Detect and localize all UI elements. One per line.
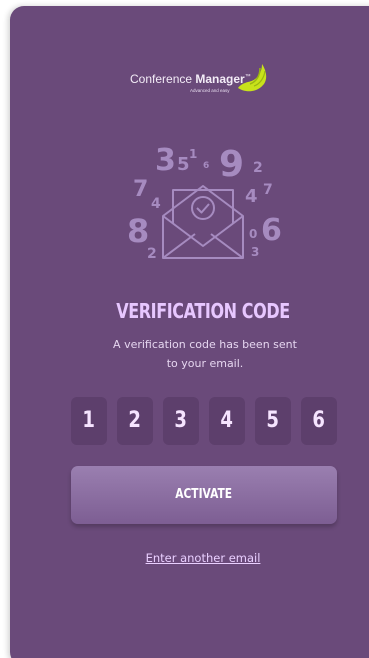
illus-digit: 6 — [261, 213, 282, 248]
code-input-group: 1 2 3 4 5 6 — [71, 397, 339, 445]
activate-button[interactable]: ACTIVATE — [71, 466, 337, 524]
illus-digit: 4 — [245, 186, 258, 207]
illus-digit: 9 — [219, 146, 244, 185]
illus-digit: 3 — [251, 245, 259, 259]
code-digit-input[interactable]: 4 — [209, 397, 245, 445]
illus-digit: 7 — [263, 182, 273, 198]
code-digit-input[interactable]: 2 — [117, 397, 153, 445]
page-title: VERIFICATION CODE — [116, 299, 290, 323]
illus-digit: 1 — [189, 147, 197, 161]
logo-name: Conference Manager™ — [130, 72, 251, 86]
illus-digit: 2 — [147, 246, 157, 262]
code-digit-input[interactable]: 6 — [301, 397, 337, 445]
illus-digit: 0 — [249, 227, 257, 241]
envelope-checkmark-icon: 3 5 1 6 9 2 7 4 4 7 8 2 0 6 3 — [127, 146, 282, 262]
verification-message: A verification code has been sent to you… — [113, 338, 297, 370]
code-digit-input[interactable]: 5 — [255, 397, 291, 445]
verification-card: Conference Manager™ Advanced and easy 3 … — [10, 6, 369, 658]
code-digit-input[interactable]: 3 — [163, 397, 199, 445]
illus-digit: 2 — [253, 160, 263, 176]
illus-digit: 3 — [155, 146, 176, 178]
illus-digit: 6 — [203, 161, 209, 171]
app-logo: Conference Manager™ Advanced and easy — [130, 64, 300, 98]
illus-digit: 7 — [133, 177, 148, 202]
brush-stroke-logo-icon — [238, 64, 267, 92]
logo-tagline: Advanced and easy — [190, 88, 230, 93]
enter-another-email-link[interactable]: Enter another email — [10, 551, 369, 565]
code-digit-input[interactable]: 1 — [71, 397, 107, 445]
illus-digit: 4 — [151, 196, 161, 212]
illus-digit: 8 — [127, 212, 149, 250]
illus-digit: 5 — [177, 154, 190, 175]
